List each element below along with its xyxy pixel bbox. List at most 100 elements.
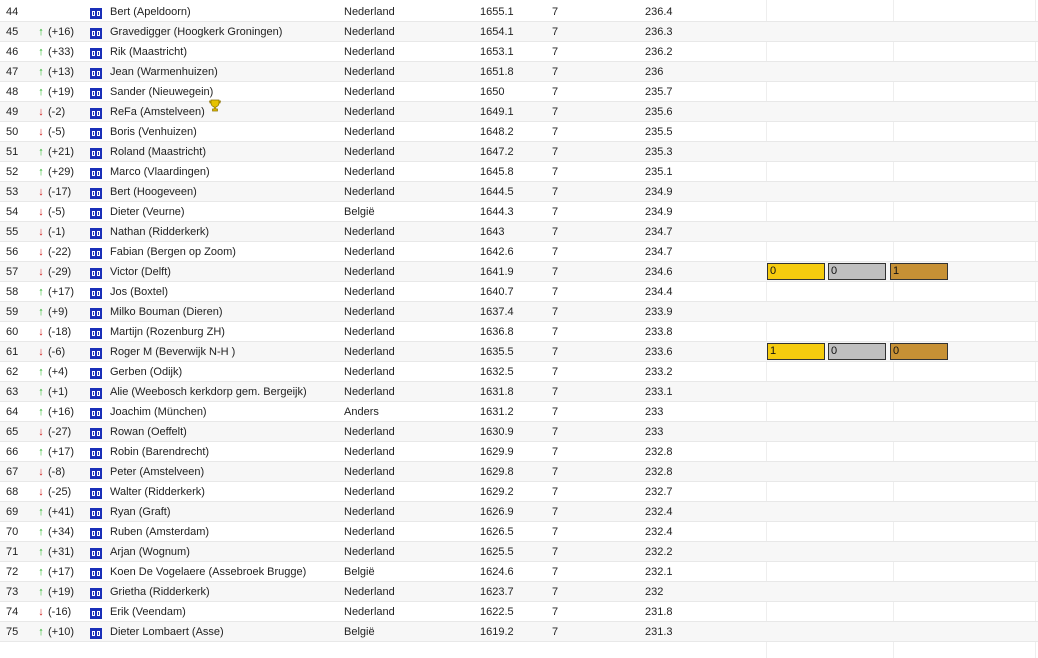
player-name-text[interactable]: Ryan (Graft) (110, 506, 171, 518)
player-name[interactable]: Alie (Weebosch kerkdorp gem. Bergeijk) (110, 382, 340, 402)
rank-change-value: (+17) (48, 446, 74, 458)
down-arrow-icon: ↓ (38, 106, 44, 118)
player-name-text[interactable]: Gerben (Odijk) (110, 366, 182, 378)
player-name-text[interactable]: Peter (Amstelveen) (110, 466, 204, 478)
player-name-text[interactable]: Boris (Venhuizen) (110, 126, 197, 138)
player-name[interactable]: Ruben (Amsterdam) (110, 522, 340, 542)
games-cell: 7 (552, 546, 559, 558)
player-name[interactable]: Erik (Veendam) (110, 602, 340, 622)
games-cell: 7 (552, 106, 559, 118)
games-cell: 7 (552, 146, 559, 158)
country-cell: Nederland (344, 126, 395, 138)
rating-cell: 1640.7 (480, 286, 514, 298)
games-cell: 7 (552, 406, 559, 418)
player-name[interactable]: Sander (Nieuwegein) (110, 82, 340, 102)
player-name[interactable]: Rik (Maastricht) (110, 42, 340, 62)
player-name-text[interactable]: Nathan (Ridderkerk) (110, 226, 209, 238)
flag-icon (90, 486, 102, 499)
flag-icon (90, 346, 102, 359)
player-name[interactable]: Gerben (Odijk) (110, 362, 340, 382)
gold-medal-count: 0 (767, 263, 825, 280)
player-name-text[interactable]: Bert (Apeldoorn) (110, 6, 191, 18)
player-name[interactable]: Rowan (Oeffelt) (110, 422, 340, 442)
player-name-text[interactable]: Sander (Nieuwegein) (110, 86, 213, 98)
rank-change-cell: ↑ (+19) (36, 82, 88, 102)
player-name[interactable]: Roland (Maastricht) (110, 142, 340, 162)
player-name[interactable]: Milko Bouman (Dieren) (110, 302, 340, 322)
score-cell: 231.8 (645, 606, 673, 618)
player-name-text[interactable]: Erik (Veendam) (110, 606, 186, 618)
player-name-text[interactable]: Ruben (Amsterdam) (110, 526, 209, 538)
player-name[interactable]: Fabian (Bergen op Zoom) (110, 242, 340, 262)
flag-icon (90, 66, 102, 79)
player-name-text[interactable]: Milko Bouman (Dieren) (110, 306, 222, 318)
player-name-text[interactable]: Martijn (Rozenburg ZH) (110, 326, 225, 338)
player-name-text[interactable]: Gravedigger (Hoogkerk Groningen) (110, 26, 282, 38)
player-name[interactable]: Marco (Vlaardingen) (110, 162, 340, 182)
player-name[interactable]: Grietha (Ridderkerk) (110, 582, 340, 602)
player-name-text[interactable]: Fabian (Bergen op Zoom) (110, 246, 236, 258)
rank-change-value: (+31) (48, 546, 74, 558)
player-name[interactable]: Ryan (Graft) (110, 502, 340, 522)
player-name-text[interactable]: Jean (Warmenhuizen) (110, 66, 218, 78)
score-cell: 234.7 (645, 226, 673, 238)
up-arrow-icon: ↑ (38, 546, 44, 558)
player-name[interactable]: Peter (Amstelveen) (110, 462, 340, 482)
player-name[interactable]: Dieter (Veurne) (110, 202, 340, 222)
player-name[interactable]: Koen De Vogelaere (Assebroek Brugge) (110, 562, 340, 582)
player-name-text[interactable]: Koen De Vogelaere (Assebroek Brugge) (110, 566, 306, 578)
player-name-text[interactable]: ReFa (Amstelveen) (110, 106, 205, 118)
rating-cell: 1637.4 (480, 306, 514, 318)
player-name-text[interactable]: Joachim (München) (110, 406, 207, 418)
rating-cell: 1622.5 (480, 606, 514, 618)
player-name[interactable]: Bert (Apeldoorn) (110, 2, 340, 22)
player-name[interactable]: Dieter Lombaert (Asse) (110, 622, 340, 642)
player-name[interactable]: Roger M (Beverwijk N-H ) (110, 342, 340, 362)
player-name-text[interactable]: Victor (Delft) (110, 266, 171, 278)
player-name-text[interactable]: Marco (Vlaardingen) (110, 166, 210, 178)
player-name[interactable]: Arjan (Wognum) (110, 542, 340, 562)
player-name[interactable]: Jos (Boxtel) (110, 282, 340, 302)
player-name[interactable]: Jean (Warmenhuizen) (110, 62, 340, 82)
player-name[interactable]: Robin (Barendrecht) (110, 442, 340, 462)
country-cell: Nederland (344, 426, 395, 438)
player-name-text[interactable]: Jos (Boxtel) (110, 286, 168, 298)
player-name-text[interactable]: Dieter Lombaert (Asse) (110, 626, 224, 638)
player-name-text[interactable]: Bert (Hoogeveen) (110, 186, 197, 198)
rank-change-cell: ↑ (+4) (36, 362, 88, 382)
games-cell: 7 (552, 506, 559, 518)
player-name[interactable]: Bert (Hoogeveen) (110, 182, 340, 202)
player-name-text[interactable]: Alie (Weebosch kerkdorp gem. Bergeijk) (110, 386, 307, 398)
player-name[interactable]: Joachim (München) (110, 402, 340, 422)
player-name-text[interactable]: Grietha (Ridderkerk) (110, 586, 210, 598)
rank-change-value: (+17) (48, 566, 74, 578)
player-name-text[interactable]: Rowan (Oeffelt) (110, 426, 187, 438)
player-name-text[interactable]: Roger M (Beverwijk N-H ) (110, 346, 235, 358)
player-name[interactable]: Boris (Venhuizen) (110, 122, 340, 142)
up-arrow-icon: ↑ (38, 406, 44, 418)
rank-cell: 70 (6, 526, 19, 538)
player-name-text[interactable]: Arjan (Wognum) (110, 546, 190, 558)
player-name[interactable]: Nathan (Ridderkerk) (110, 222, 340, 242)
player-name-text[interactable]: Rik (Maastricht) (110, 46, 187, 58)
player-name[interactable]: Victor (Delft) (110, 262, 340, 282)
games-cell: 7 (552, 586, 559, 598)
country-cell: Nederland (344, 326, 395, 338)
rank-cell: 66 (6, 446, 19, 458)
player-name[interactable]: ReFa (Amstelveen) (110, 99, 340, 122)
player-name[interactable]: Walter (Ridderkerk) (110, 482, 340, 502)
rank-change-cell: ↓ (-2) (36, 102, 88, 122)
player-name-text[interactable]: Roland (Maastricht) (110, 146, 206, 158)
rank-cell: 55 (6, 226, 19, 238)
player-name[interactable]: Martijn (Rozenburg ZH) (110, 322, 340, 342)
down-arrow-icon: ↓ (38, 486, 44, 498)
player-name-text[interactable]: Robin (Barendrecht) (110, 446, 209, 458)
player-name-text[interactable]: Dieter (Veurne) (110, 206, 185, 218)
player-name[interactable]: Gravedigger (Hoogkerk Groningen) (110, 22, 340, 42)
player-name-text[interactable]: Walter (Ridderkerk) (110, 486, 205, 498)
games-cell: 7 (552, 566, 559, 578)
country-cell: Nederland (344, 6, 395, 18)
rank-cell: 63 (6, 386, 19, 398)
rating-cell: 1624.6 (480, 566, 514, 578)
country-cell: Anders (344, 406, 379, 418)
